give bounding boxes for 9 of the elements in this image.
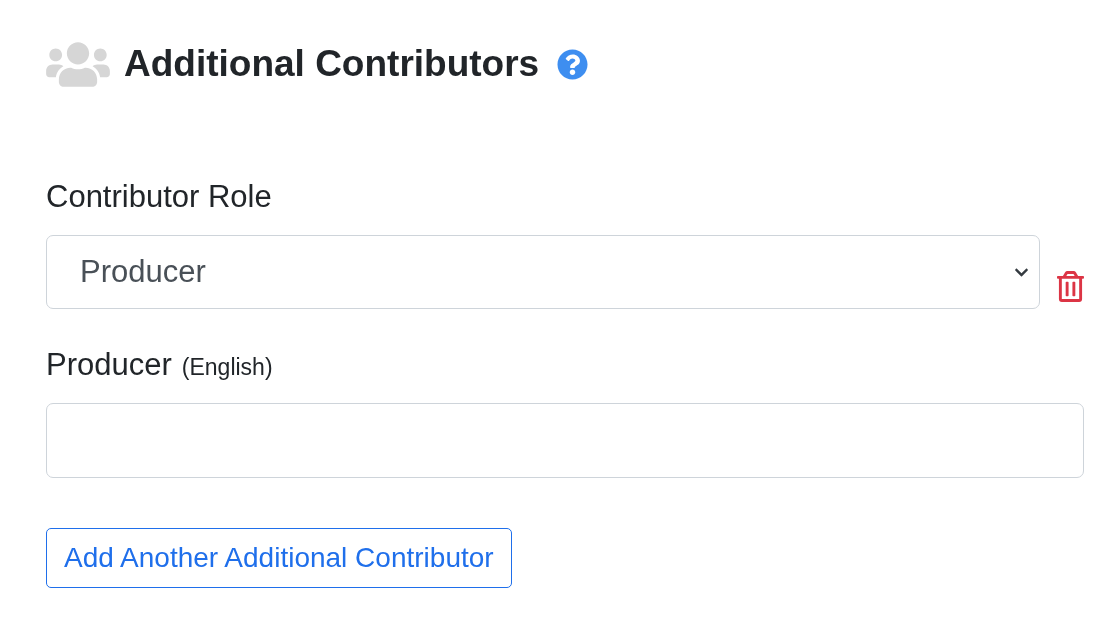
language-note: (English) (181, 353, 273, 382)
section-title: Additional Contributors (124, 42, 540, 86)
role-select[interactable]: Producer (46, 235, 1040, 309)
input-field[interactable] (46, 403, 1084, 478)
trash-icon[interactable] (1057, 271, 1084, 302)
add-contributor-button[interactable]: Add Another Additional Contributor (46, 528, 512, 588)
field-label: Producer (46, 346, 172, 384)
help-icon[interactable] (557, 48, 589, 80)
field-label: Contributor Role (46, 178, 272, 216)
